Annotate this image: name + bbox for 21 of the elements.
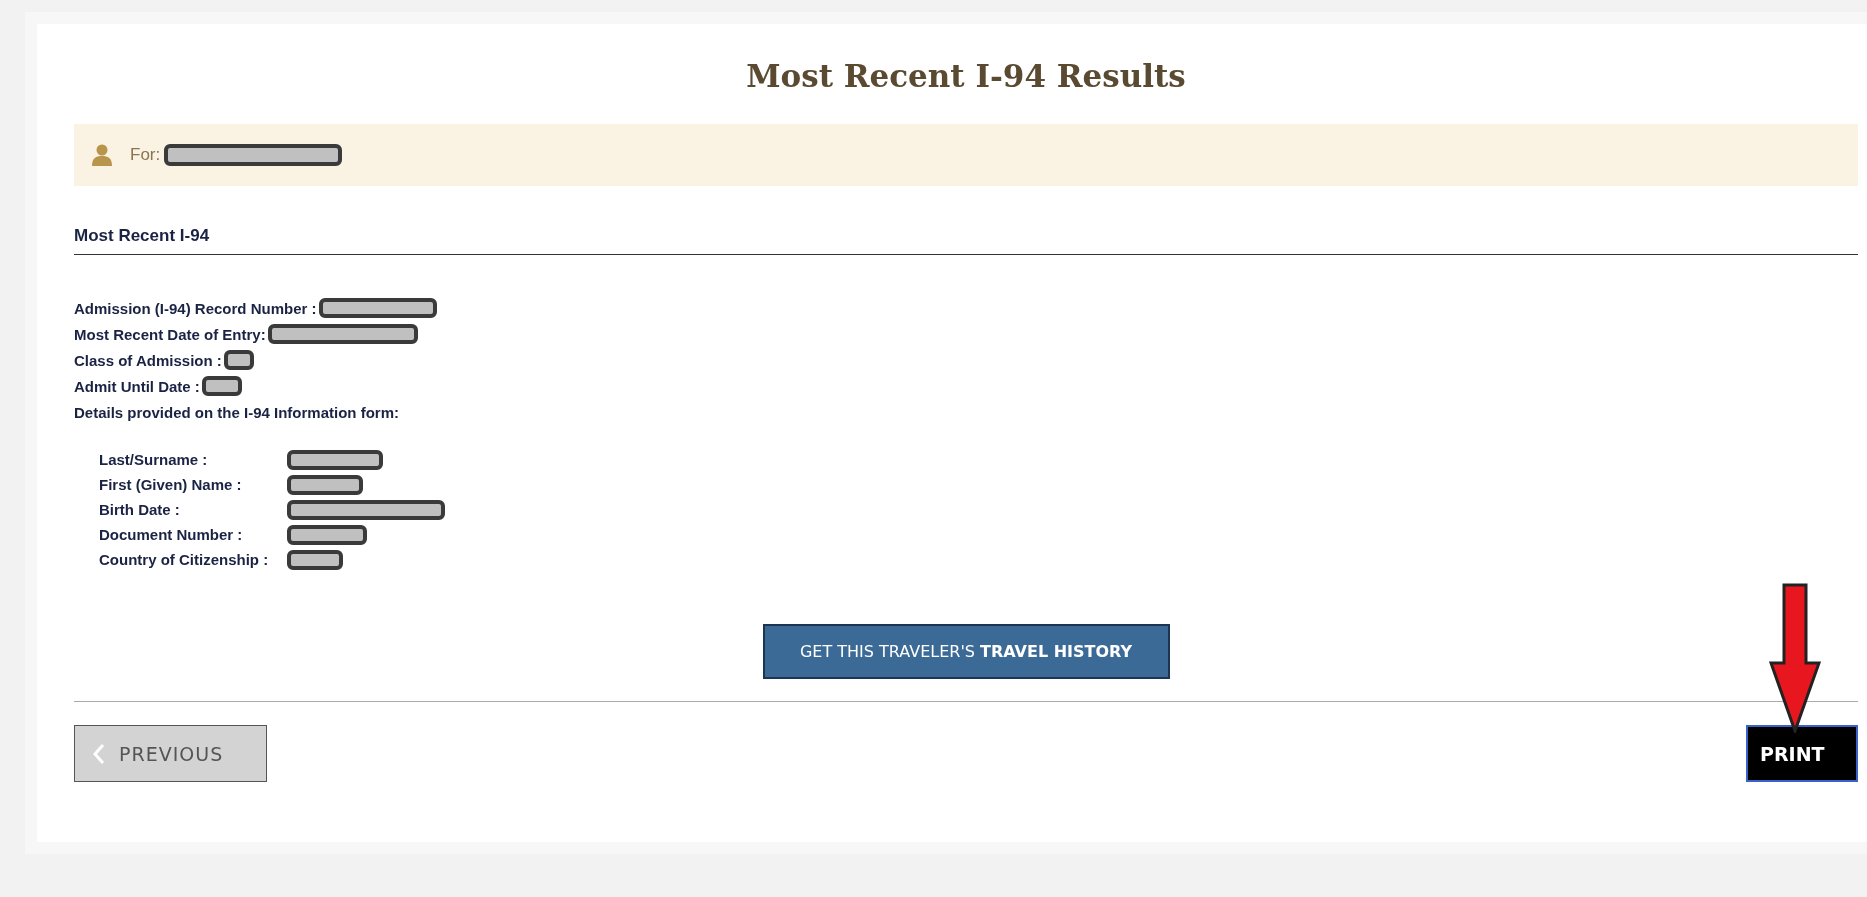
field-label: Most Recent Date of Entry:: [74, 325, 266, 343]
field-label: Country of Citizenship :: [99, 551, 270, 568]
section-heading: Most Recent I-94: [74, 226, 1858, 255]
redaction-mark: [201, 376, 242, 396]
field-label: Last/Surname :: [99, 451, 209, 468]
previous-button[interactable]: PREVIOUS: [74, 725, 267, 782]
redaction-mark: [287, 549, 343, 570]
user-icon: [92, 144, 112, 166]
field-label: First (Given) Name :: [99, 476, 243, 493]
details-heading: Details provided on the I-94 Information form:: [74, 403, 400, 421]
field-label: Document Number :: [99, 526, 244, 543]
print-button[interactable]: PRINT: [1746, 725, 1858, 782]
field-label: Admit Until Date :: [74, 377, 200, 395]
travel-history-button[interactable]: GET THIS TRAVELER'S TRAVEL HISTORY: [762, 624, 1170, 679]
redaction-mark: [223, 350, 254, 370]
page-title: Most Recent I-94 Results: [745, 57, 1187, 96]
field-label: Admission (I-94) Record Number :: [74, 299, 317, 317]
field-label: Class of Admission :: [74, 351, 222, 369]
for-label: For:: [130, 145, 161, 165]
field-label: Birth Date :: [99, 501, 181, 518]
chevron-left-icon: [93, 742, 105, 765]
